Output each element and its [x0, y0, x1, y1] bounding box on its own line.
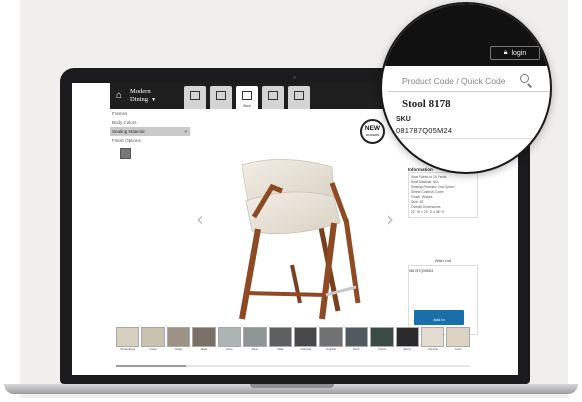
close-icon[interactable]: × — [184, 127, 187, 136]
sku-label: SKU — [396, 116, 411, 123]
fabric-swatch-strip: ST-Ecobeige Cream Greige Taupe Dove Silver Sla… — [116, 327, 470, 353]
sidebar-item-seating-material[interactable]: Seating Material × — [110, 127, 190, 136]
fabric-swatch-label: Linen — [455, 348, 462, 351]
fabric-swatch-chip[interactable] — [243, 327, 267, 347]
tab-label: Stool — [243, 104, 251, 108]
chevron-down-icon: ▼ — [151, 98, 157, 103]
table-icon — [190, 91, 200, 100]
fabric-swatch-chip[interactable] — [141, 327, 165, 347]
fabric-swatch-chip[interactable] — [268, 327, 292, 347]
fabric-swatch-label: Taupe — [200, 348, 208, 351]
laptop-notch — [250, 384, 334, 388]
wishlist-title: Wish List — [434, 258, 452, 263]
fabric-swatch[interactable]: Graphite — [319, 327, 343, 353]
stool-icon — [242, 91, 252, 100]
login-label: login — [511, 49, 527, 57]
new-badge-sub: MODERN — [365, 132, 380, 137]
fabric-swatch-chip[interactable] — [192, 327, 216, 347]
fabric-swatch[interactable]: Silver — [243, 327, 267, 353]
fabric-swatch-label: Forest — [378, 348, 386, 351]
tab-table[interactable] — [184, 86, 206, 109]
storage-icon — [294, 91, 304, 100]
lock-icon: 🔒︎ — [503, 49, 508, 56]
tab-stool[interactable]: Stool — [236, 86, 258, 109]
sidebar-item-frames[interactable]: Frames — [110, 109, 190, 118]
fabric-swatch-chip[interactable] — [319, 327, 343, 347]
fabric-swatch[interactable]: Forest — [370, 327, 394, 353]
fabric-swatch-chip[interactable] — [421, 327, 445, 347]
fabric-swatch-label: Slate — [277, 348, 284, 351]
fabric-swatch-label: Silver — [251, 348, 259, 351]
tab-bench[interactable] — [262, 86, 284, 109]
fabric-swatch-chip[interactable] — [344, 327, 369, 347]
home-icon[interactable]: ⌂ — [113, 89, 125, 103]
fabric-swatch[interactable]: Charcoal — [293, 327, 318, 353]
fabric-swatch[interactable]: Cream — [141, 327, 165, 353]
info-line: 21" W x 22" D x 38" H — [411, 210, 445, 214]
tab-chair[interactable] — [210, 86, 232, 109]
search-icon[interactable] — [520, 73, 534, 88]
fabric-swatch[interactable]: Slate — [268, 327, 292, 353]
fabric-swatch-label: Greige — [174, 348, 183, 351]
tab-storage[interactable] — [288, 86, 310, 109]
add-to-wishlist-button[interactable]: Add to — [414, 310, 464, 325]
fabric-swatch[interactable]: Storm — [344, 327, 369, 353]
fabric-swatch-label: Ebony — [403, 348, 412, 351]
product-tabs: Stool — [184, 86, 310, 109]
collection-menu[interactable]: Modern Dining ▼ — [130, 88, 156, 105]
fabric-swatch[interactable]: Linen — [446, 327, 470, 353]
fabric-swatch[interactable]: Greige — [166, 327, 191, 353]
fabric-swatch-label: ST-Ecobeige — [120, 348, 136, 351]
chevron-right-icon[interactable]: › — [386, 207, 394, 231]
fabric-swatch-chip[interactable] — [116, 327, 140, 347]
options-sidebar: Frames Body Colors Seating Material × Fi… — [110, 109, 190, 349]
fabric-swatch-label: Cream — [149, 348, 158, 351]
search-input[interactable]: Product Code / Quick Code — [402, 76, 520, 86]
collection-menu-line2: Dining — [130, 96, 149, 103]
fabric-swatch-label: Charcoal — [300, 348, 311, 351]
divider — [392, 138, 550, 139]
laptop-camera — [293, 76, 296, 79]
fabric-swatch-label: Graphite — [326, 348, 337, 351]
product-title: Stool 8178 — [402, 98, 451, 110]
info-box: Seat Fabric to 15 Yards Seat Material: N… — [408, 172, 478, 218]
chevron-left-icon[interactable]: ‹ — [196, 207, 204, 231]
fabric-swatch-chip[interactable] — [293, 327, 318, 347]
fabric-swatch-label: Oatmeal — [427, 348, 438, 351]
fabric-swatch-chip[interactable] — [370, 327, 394, 347]
sidebar-item-body-colors[interactable]: Body Colors — [110, 118, 190, 127]
bench-icon — [268, 91, 278, 100]
fabric-swatch[interactable]: Oatmeal — [421, 327, 445, 353]
fabric-swatch[interactable]: Ebony — [395, 327, 420, 353]
fabric-swatch-label: Dove — [226, 348, 233, 351]
fabric-swatch-chip[interactable] — [166, 327, 191, 347]
wishlist-item-code[interactable]: 081787Q05M24 — [409, 269, 477, 273]
selected-swatch[interactable] — [120, 148, 131, 159]
sidebar-item-finish-options[interactable]: Finish Options — [110, 136, 190, 145]
fabric-swatch[interactable]: Dove — [217, 327, 242, 353]
sidebar-item-label: Seating Material — [112, 129, 145, 134]
fabric-swatch[interactable]: ST-Ecobeige — [116, 327, 140, 353]
fabric-scroll-thumb[interactable] — [116, 365, 186, 367]
collection-menu-line1: Modern — [130, 88, 151, 95]
stool-image — [239, 159, 361, 320]
fabric-swatch[interactable]: Taupe — [192, 327, 216, 353]
magnifier-callout: 🔒︎ login Product Code / Quick Code Stool… — [380, 2, 552, 174]
fabric-swatch-chip[interactable] — [395, 327, 420, 347]
fabric-swatch-chip[interactable] — [217, 327, 242, 347]
search-bar[interactable]: Product Code / Quick Code — [388, 70, 550, 92]
fabric-swatch-label: Storm — [353, 348, 360, 351]
fabric-swatch-chip[interactable] — [446, 327, 470, 347]
chair-icon — [216, 91, 226, 100]
sku-value: 081787Q05M24 — [396, 126, 453, 135]
new-badge: NEW MODERN — [360, 119, 385, 144]
login-button[interactable]: 🔒︎ login — [490, 46, 540, 60]
